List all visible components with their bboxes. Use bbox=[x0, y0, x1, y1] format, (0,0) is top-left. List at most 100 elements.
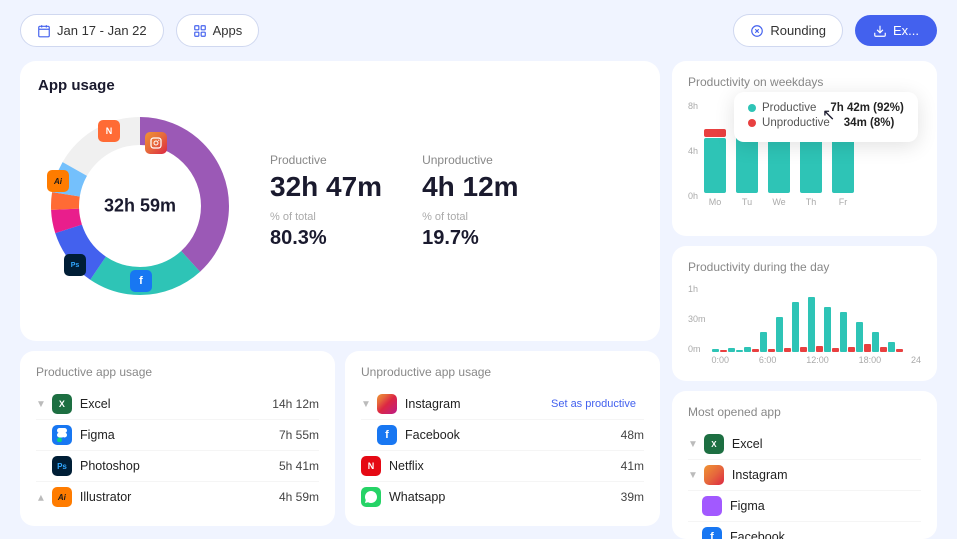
chevron-down-icon: ▼ bbox=[688, 439, 698, 450]
unproductive-bar-mo bbox=[704, 129, 726, 137]
productive-label: Productive bbox=[270, 153, 382, 167]
illustrator-icon: Ai bbox=[52, 487, 72, 507]
apps-icon bbox=[193, 24, 207, 38]
bar-3 bbox=[736, 350, 743, 352]
y-label-1h: 1h bbox=[688, 284, 706, 294]
app-name: Facebook bbox=[405, 428, 621, 442]
y-label-0h: 0h bbox=[688, 191, 698, 201]
facebook-icon: f bbox=[377, 425, 397, 445]
bar-17 bbox=[848, 347, 855, 352]
top-bar: Jan 17 - Jan 22 Apps Rounding Ex... bbox=[0, 0, 957, 61]
app-name: Figma bbox=[80, 428, 279, 442]
bar-16 bbox=[840, 312, 847, 352]
app-name: Whatsapp bbox=[389, 490, 621, 504]
productive-value: 32h 47m bbox=[270, 171, 382, 203]
app-time: 39m bbox=[621, 490, 644, 504]
rounding-button[interactable]: Rounding bbox=[733, 14, 843, 47]
weekday-chart-area: 8h 4h 0h Mo bbox=[688, 97, 921, 227]
weekday-bars: Mo Tu bbox=[704, 97, 921, 207]
bar-12 bbox=[808, 297, 815, 352]
productive-app-usage-card: Productive app usage ▼ X Excel 14h 12m F… bbox=[20, 351, 335, 526]
set-as-productive-button[interactable]: Set as productive bbox=[551, 398, 636, 410]
rounding-icon bbox=[750, 24, 764, 38]
app-name: Excel bbox=[732, 437, 921, 451]
day-bars-wrapper: 0:00 6:00 12:00 18:00 24 bbox=[712, 282, 921, 365]
bar-19 bbox=[864, 344, 871, 352]
app-time: 4h 59m bbox=[279, 490, 319, 504]
tooltip-unproductive-value: 34m (8%) bbox=[844, 117, 895, 129]
apps-button[interactable]: Apps bbox=[176, 14, 260, 47]
export-button[interactable]: Ex... bbox=[855, 15, 937, 46]
app-name: Illustrator bbox=[80, 490, 279, 504]
chevron-down-icon: ▼ bbox=[688, 470, 698, 481]
ai-icon-overlay: Ai bbox=[47, 170, 69, 192]
bar-6 bbox=[760, 332, 767, 352]
productive-bar-mo bbox=[704, 138, 726, 193]
tooltip-unproductive-row: Unproductive 34m (8%) bbox=[748, 117, 904, 129]
excel-app-icon: X bbox=[704, 434, 724, 454]
tooltip-unproductive-dot bbox=[748, 119, 756, 127]
date-range-button[interactable]: Jan 17 - Jan 22 bbox=[20, 14, 164, 47]
app-time: 41m bbox=[621, 459, 644, 473]
bar-22 bbox=[888, 342, 895, 352]
instagram-app-icon bbox=[704, 465, 724, 485]
unproductive-value: 4h 12m bbox=[422, 171, 519, 203]
bar-7 bbox=[768, 349, 775, 352]
figma-icon bbox=[52, 425, 72, 445]
bar-group-mo: Mo bbox=[704, 103, 726, 207]
bottom-cards: Productive app usage ▼ X Excel 14h 12m F… bbox=[20, 351, 660, 526]
donut-center-time: 32h 59m bbox=[104, 196, 176, 217]
right-section: Productivity on weekdays 8h 4h 0h bbox=[672, 61, 937, 539]
day-label-th: Th bbox=[806, 197, 817, 207]
photoshop-icon: Ps bbox=[52, 456, 72, 476]
date-range-label: Jan 17 - Jan 22 bbox=[57, 23, 147, 38]
productive-bar-th bbox=[800, 135, 822, 193]
apps-label: Apps bbox=[213, 23, 243, 38]
facebook-app-icon: f bbox=[702, 527, 722, 539]
list-item: ▼ X Excel 14h 12m bbox=[36, 389, 319, 420]
left-section: App usage bbox=[20, 61, 660, 539]
productive-stat: Productive 32h 47m % of total 80.3% bbox=[270, 153, 382, 250]
bar-11 bbox=[800, 347, 807, 352]
app-name: Photoshop bbox=[80, 459, 279, 473]
chevron-down-icon: ▼ bbox=[361, 399, 371, 410]
list-item: Figma 7h 55m bbox=[36, 420, 319, 451]
bar-0 bbox=[712, 349, 719, 352]
bar-21 bbox=[880, 347, 887, 352]
list-item: ▼ Instagram Set as productive bbox=[361, 389, 644, 420]
time-label-0: 0:00 bbox=[712, 355, 730, 365]
list-item: Ps Photoshop 5h 41m bbox=[36, 451, 319, 482]
list-item: Figma bbox=[688, 491, 921, 522]
bar-18 bbox=[856, 322, 863, 352]
time-label-18: 18:00 bbox=[859, 355, 882, 365]
chevron-down-icon: ▼ bbox=[36, 399, 46, 410]
export-icon bbox=[873, 24, 887, 38]
productive-apps-title: Productive app usage bbox=[36, 365, 319, 379]
list-item: ▼ Instagram bbox=[688, 460, 921, 491]
fb-icon-overlay: f bbox=[130, 270, 152, 292]
app-name: Figma bbox=[730, 499, 921, 513]
app-name: Instagram bbox=[405, 397, 551, 411]
day-label-fr: Fr bbox=[839, 197, 848, 207]
day-chart-card: Productivity during the day 1h 30m 0m bbox=[672, 246, 937, 381]
bar-15 bbox=[832, 348, 839, 352]
instagram-icon bbox=[377, 394, 397, 414]
day-chart-area: 1h 30m 0m bbox=[688, 282, 921, 365]
calendar-icon bbox=[37, 24, 51, 38]
day-label-tu: Tu bbox=[742, 197, 752, 207]
tooltip-unproductive-label: Unproductive bbox=[762, 117, 830, 129]
app-time: 48m bbox=[621, 428, 644, 442]
list-item: f Facebook 48m bbox=[361, 420, 644, 451]
netflix-icon: N bbox=[361, 456, 381, 476]
most-opened-app-card: Most opened app ▼ X Excel ▼ Instagram Fi… bbox=[672, 391, 937, 539]
excel-icon: X bbox=[52, 394, 72, 414]
time-label-6: 6:00 bbox=[759, 355, 777, 365]
tooltip-productive-row: Productive 7h 42m (92%) bbox=[748, 102, 904, 114]
unproductive-app-usage-card: Unproductive app usage ▼ Instagram Set a… bbox=[345, 351, 660, 526]
bar-9 bbox=[784, 348, 791, 352]
bar-8 bbox=[776, 317, 783, 352]
rounding-label: Rounding bbox=[770, 23, 826, 38]
unproductive-sub: % of total bbox=[422, 211, 519, 223]
day-label-mo: Mo bbox=[709, 197, 722, 207]
main-content: App usage bbox=[0, 61, 957, 539]
